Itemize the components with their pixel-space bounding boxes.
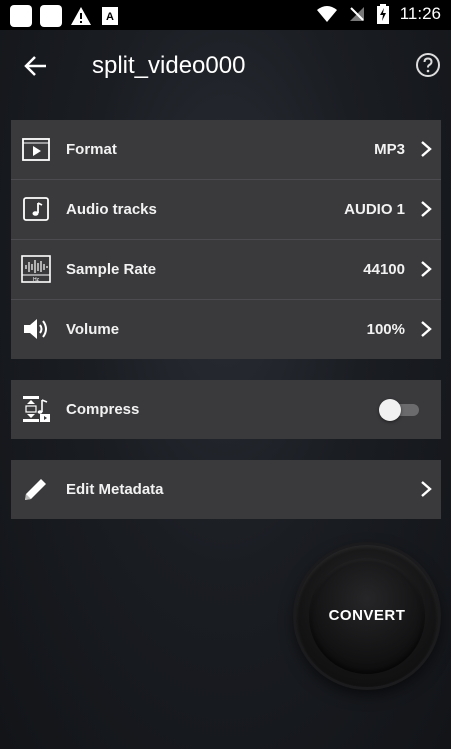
battery-charging-icon bbox=[376, 4, 389, 24]
convert-button[interactable]: CONVERT bbox=[296, 545, 438, 687]
svg-text:A: A bbox=[106, 11, 114, 23]
setting-label: Volume bbox=[66, 321, 120, 338]
font-a-icon: A bbox=[102, 7, 118, 25]
chevron-right-icon bbox=[421, 141, 432, 157]
setting-value: 100% bbox=[366, 321, 405, 338]
metadata-card: Edit Metadata bbox=[11, 460, 441, 519]
app-bar: split_video000 bbox=[0, 30, 451, 102]
compress-card: Compress bbox=[11, 380, 441, 439]
convert-label: CONVERT bbox=[328, 607, 406, 624]
chevron-right-icon bbox=[421, 321, 432, 337]
compress-toggle[interactable] bbox=[379, 399, 419, 421]
setting-row-compress[interactable]: Compress bbox=[11, 380, 441, 439]
compress-icon bbox=[23, 396, 50, 422]
setting-value: MP3 bbox=[374, 141, 405, 158]
chevron-right-icon bbox=[421, 201, 432, 217]
svg-text:Hz: Hz bbox=[33, 277, 40, 283]
settings-card: Format MP3 Audio tracks AUDIO 1 Hz Sampl… bbox=[11, 120, 441, 359]
setting-label: Format bbox=[66, 141, 117, 158]
setting-row-volume[interactable]: Volume 100% bbox=[11, 300, 441, 359]
setting-row-sample-rate[interactable]: Hz Sample Rate 44100 bbox=[11, 240, 441, 300]
setting-label: Compress bbox=[66, 401, 140, 418]
setting-value: AUDIO 1 bbox=[344, 201, 405, 218]
arrow-left-icon[interactable] bbox=[22, 52, 50, 80]
music-note-icon bbox=[23, 197, 49, 221]
status-bar: A 11:26 bbox=[0, 0, 451, 30]
speaker-icon bbox=[24, 319, 47, 339]
waveform-hz-icon: Hz bbox=[21, 255, 51, 283]
setting-value: 44100 bbox=[363, 261, 405, 278]
video-format-icon bbox=[22, 138, 50, 161]
setting-row-audio-tracks[interactable]: Audio tracks AUDIO 1 bbox=[11, 180, 441, 240]
notification-icon bbox=[40, 5, 62, 27]
wifi-icon bbox=[316, 6, 337, 22]
pencil-icon bbox=[25, 479, 46, 500]
setting-row-edit-metadata[interactable]: Edit Metadata bbox=[11, 460, 441, 519]
status-time: 11:26 bbox=[399, 4, 441, 23]
help-circle-icon[interactable] bbox=[415, 52, 441, 78]
setting-row-format[interactable]: Format MP3 bbox=[11, 120, 441, 180]
setting-label: Sample Rate bbox=[66, 261, 157, 278]
warning-icon bbox=[71, 7, 91, 25]
page-title: split_video000 bbox=[92, 52, 246, 79]
no-signal-icon bbox=[349, 7, 364, 21]
notification-icon bbox=[10, 5, 32, 27]
chevron-right-icon bbox=[421, 481, 432, 497]
chevron-right-icon bbox=[421, 261, 432, 277]
setting-label: Audio tracks bbox=[66, 201, 157, 218]
setting-label: Edit Metadata bbox=[66, 481, 164, 498]
toggle-thumb bbox=[379, 399, 401, 421]
